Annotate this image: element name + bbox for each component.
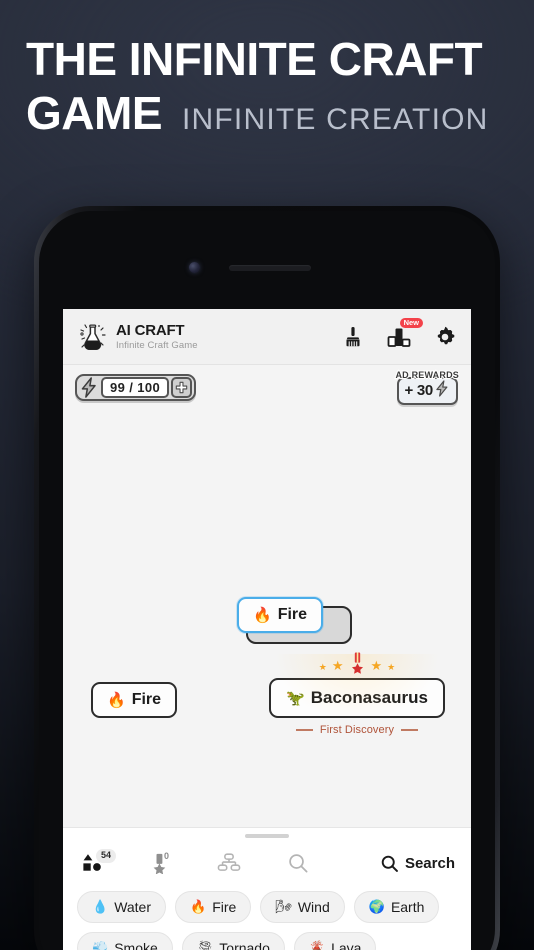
element-drawer: 54 0 Search 💧 Water 🔥 Fire 🌬 Wind 🌍 Eart… <box>63 827 471 950</box>
search-icon <box>289 854 308 873</box>
phone-mockup: AI CRAFT Infinite Craft Game New 99 / 10… <box>34 206 500 950</box>
star-icon: ★ <box>370 658 383 673</box>
tab-search[interactable] <box>287 852 309 874</box>
energy-row: 99 / 100 AD REWARDS + 30 <box>63 365 471 409</box>
element-pill-tornado[interactable]: 🌪 Tornado <box>181 932 285 950</box>
tab-achievements[interactable]: 0 <box>149 851 171 874</box>
add-energy-button[interactable] <box>171 376 193 398</box>
element-card-fire-selected[interactable]: 🔥 Fire <box>237 597 324 633</box>
brand-title: AI CRAFT <box>116 321 185 339</box>
element-pill-rows: 💧 Water 🔥 Fire 🌬 Wind 🌍 Earth 💨 Smoke 🌪 … <box>63 882 471 950</box>
brand-text: AI CRAFT Infinite Craft Game <box>116 323 198 351</box>
fire-icon: 🔥 <box>107 692 126 709</box>
lava-icon: 🌋 <box>308 940 326 950</box>
brand-subtitle: Infinite Craft Game <box>116 339 198 351</box>
dinosaur-icon: 🦖 <box>286 690 305 707</box>
fire-icon: 🔥 <box>190 899 207 914</box>
element-card-baconasaurus[interactable]: 🦖 Baconasaurus <box>269 678 445 718</box>
promo-headline: THE INFINITE CRAFT GAME INFINITE CREATIO… <box>26 33 516 148</box>
headline-line-1: THE INFINITE CRAFT <box>26 33 483 85</box>
ad-rewards[interactable]: AD REWARDS + 30 <box>394 368 460 405</box>
element-pill-label: Earth <box>390 899 425 915</box>
element-pill-earth[interactable]: 🌍 Earth <box>353 891 440 923</box>
first-discovery-group: ★ ★ ★ ★ 🦖 Baconasaurus First Discovery <box>266 650 448 736</box>
ad-rewards-amount: + 30 <box>404 382 434 399</box>
energy-meter[interactable]: 99 / 100 <box>75 373 197 401</box>
elements-count: 54 <box>96 849 117 863</box>
search-icon <box>381 855 398 872</box>
ad-rewards-label: AD REWARDS <box>394 368 460 380</box>
new-badge: New <box>399 317 423 328</box>
headline-line-2-bold: GAME <box>26 87 163 139</box>
headline-line-2-light: INFINITE CREATION <box>182 103 489 136</box>
phone-bezel: AI CRAFT Infinite Craft Game New 99 / 10… <box>39 211 495 950</box>
star-icon: ★ <box>331 658 344 673</box>
water-icon: 💧 <box>92 899 109 914</box>
smoke-icon: 💨 <box>92 940 109 950</box>
earpiece-speaker-icon <box>229 265 311 271</box>
flask-icon <box>77 321 109 353</box>
element-pill-label: Fire <box>212 899 237 915</box>
divider-dash <box>295 729 313 731</box>
element-card-fire[interactable]: 🔥 Fire <box>91 682 178 718</box>
discovery-medal-row: ★ ★ ★ ★ <box>266 650 448 676</box>
element-pill-smoke[interactable]: 💨 Smoke <box>77 932 173 950</box>
brand-logo: AI CRAFT Infinite Craft Game <box>77 321 198 353</box>
element-pill-row: 💧 Water 🔥 Fire 🌬 Wind 🌍 Earth <box>77 891 457 923</box>
leaderboard-icon[interactable]: New <box>387 317 423 349</box>
plus-icon <box>175 381 188 393</box>
medal-icon <box>349 652 366 676</box>
element-pill-label: Tornado <box>219 940 270 950</box>
tab-crafting-tree[interactable] <box>217 852 241 874</box>
element-pill-fire[interactable]: 🔥 Fire <box>175 891 252 923</box>
headline-line-2: GAME INFINITE CREATION <box>26 85 516 148</box>
dragged-element-card[interactable]: 🔥 Fire <box>237 597 352 644</box>
search-button[interactable]: Search <box>380 854 455 873</box>
gear-icon[interactable] <box>433 325 457 349</box>
wind-icon: 🌬 <box>275 899 292 914</box>
app-screen: AI CRAFT Infinite Craft Game New 99 / 10… <box>63 309 471 950</box>
energy-value: 99 / 100 <box>101 376 170 398</box>
achievements-count: 0 <box>164 851 170 861</box>
broom-icon[interactable] <box>341 325 365 349</box>
crafting-canvas[interactable]: 🔥 Fire 🔥 Fire ★ ★ ★ ★ 🦖 Baconasaurus Fir… <box>63 409 471 827</box>
element-pill-row: 💨 Smoke 🌪 Tornado 🌋 Lava <box>77 932 457 950</box>
search-button-label: Search <box>404 854 455 872</box>
star-icon: ★ <box>318 662 327 672</box>
element-pill-label: Wind <box>297 899 330 915</box>
element-pill-water[interactable]: 💧 Water <box>77 891 167 923</box>
tornado-icon: 🌪 <box>196 940 214 950</box>
front-camera-icon <box>189 262 200 273</box>
element-pill-wind[interactable]: 🌬 Wind <box>260 891 345 923</box>
earth-icon: 🌍 <box>368 899 385 914</box>
element-card-label: Fire <box>131 691 162 708</box>
app-header: AI CRAFT Infinite Craft Game New <box>63 309 471 365</box>
lightning-bolt-icon <box>435 379 450 402</box>
fire-icon: 🔥 <box>253 607 272 624</box>
star-icon: ★ <box>387 662 396 672</box>
element-card-label: Fire <box>277 606 308 623</box>
tree-icon <box>217 853 241 871</box>
divider-dash <box>401 729 419 731</box>
first-discovery-text: First Discovery <box>319 724 395 736</box>
header-actions: New <box>341 317 457 349</box>
element-pill-lava[interactable]: 🌋 Lava <box>293 932 377 950</box>
tab-elements[interactable]: 54 <box>81 849 117 874</box>
drawer-grabber[interactable] <box>245 834 289 838</box>
ad-rewards-box[interactable]: + 30 <box>396 376 458 405</box>
lightning-bolt-icon <box>80 376 99 398</box>
drawer-toolbar: 54 0 Search <box>63 844 471 882</box>
element-pill-label: Water <box>114 899 152 915</box>
element-pill-label: Lava <box>331 940 362 950</box>
element-pill-label: Smoke <box>114 940 158 950</box>
first-discovery-badge: First Discovery <box>266 724 448 736</box>
element-card-label: Baconasaurus <box>310 688 428 707</box>
